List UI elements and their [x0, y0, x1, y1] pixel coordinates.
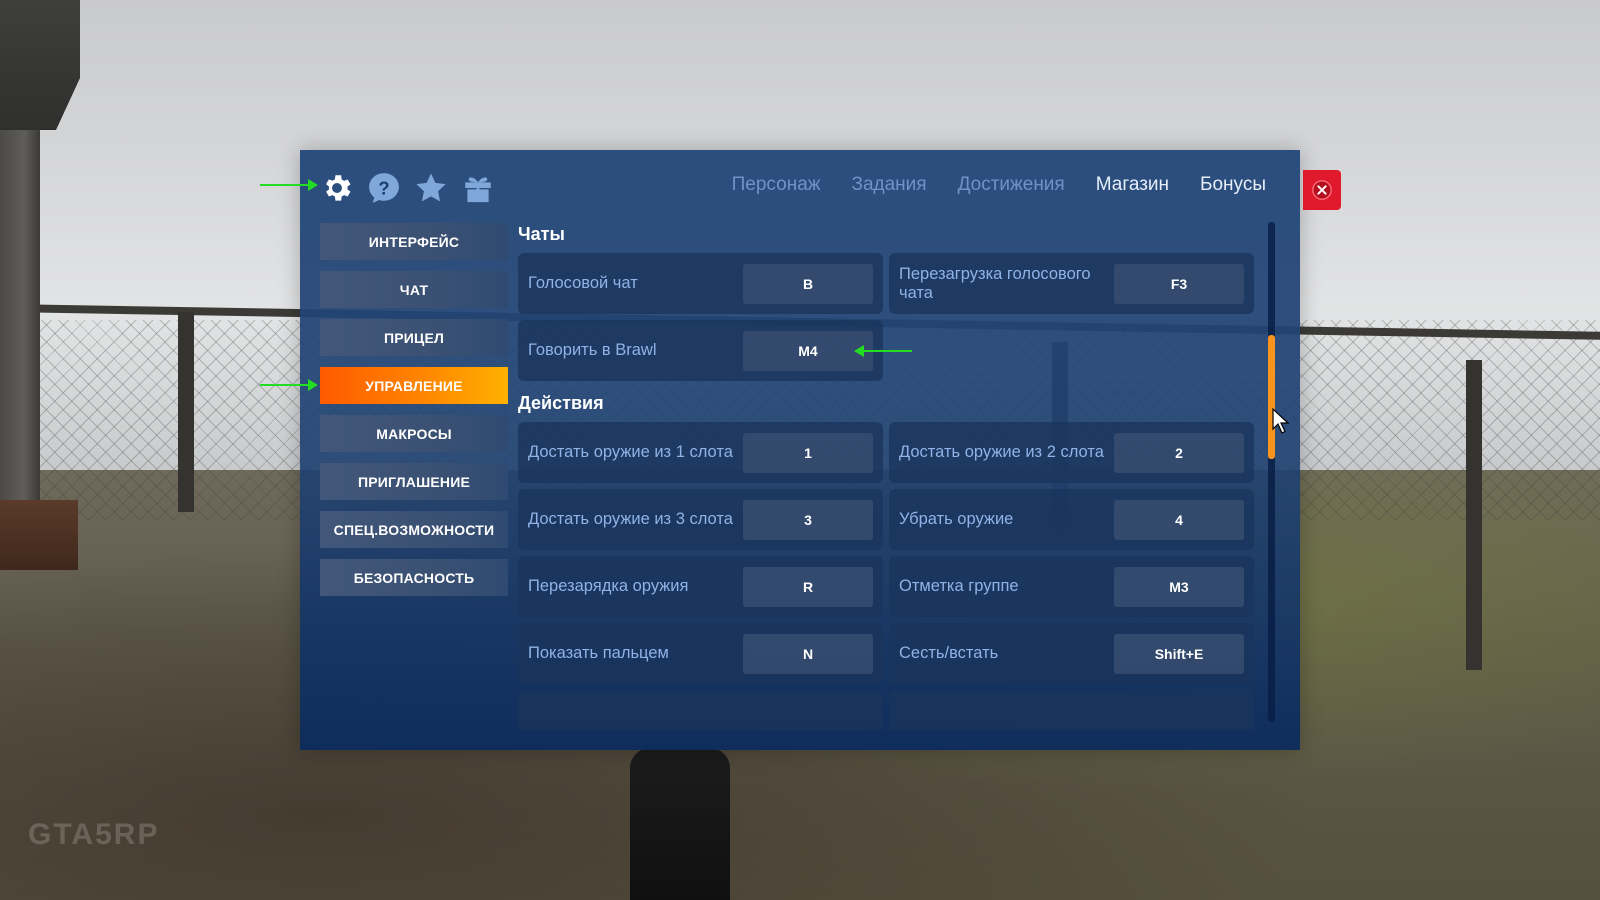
keybind-row: Убрать оружие 4 — [889, 489, 1254, 550]
keybind-row: Сесть/встать Shift+E — [889, 623, 1254, 684]
gift-icon — [464, 177, 491, 203]
keybind-key-button[interactable]: B — [743, 263, 873, 304]
watermark-logo: GTA5RP — [28, 818, 160, 851]
chats-grid: Голосовой чат B Перезагрузка голосового … — [518, 253, 1260, 381]
sidebar-item-accessibility[interactable]: СПЕЦ.ВОЗМОЖНОСТИ — [320, 511, 508, 548]
favorites-button[interactable] — [412, 168, 449, 208]
mouse-cursor-icon — [1272, 408, 1290, 434]
sidebar-item-chat[interactable]: ЧАТ — [320, 271, 508, 308]
player-character — [630, 748, 730, 900]
keybind-label: Достать оружие из 3 слота — [528, 510, 733, 528]
keybind-row: Перезагрузка голосового чата F3 — [889, 253, 1254, 314]
fence-post — [1466, 360, 1482, 670]
keybind-label: Показать пальцем — [528, 644, 669, 662]
scrollbar-thumb[interactable] — [1268, 335, 1275, 459]
tab-character[interactable]: Персонаж — [732, 174, 821, 196]
actions-grid: Достать оружие из 1 слота 1 Достать оруж… — [518, 422, 1260, 730]
tab-tasks[interactable]: Задания — [851, 174, 926, 196]
keybind-row-partial — [889, 690, 1254, 730]
keybind-key-button[interactable]: 4 — [1114, 499, 1244, 540]
keybind-label: Голосовой чат — [528, 274, 638, 292]
svg-text:?: ? — [378, 177, 389, 198]
keybind-row: Отметка группе M3 — [889, 556, 1254, 617]
sidebar-item-invitation[interactable]: ПРИГЛАШЕНИЕ — [320, 463, 508, 500]
keybind-label: Говорить в Brawl — [528, 341, 657, 359]
keybind-label: Сесть/встать — [899, 644, 999, 662]
keybind-row: Показать пальцем N — [518, 623, 883, 684]
fence-post — [178, 312, 194, 512]
sidebar-item-controls[interactable]: УПРАВЛЕНИЕ — [320, 367, 508, 404]
keybind-label: Отметка группе — [899, 577, 1019, 595]
gear-icon — [325, 175, 350, 201]
gifts-button[interactable] — [459, 168, 496, 208]
top-icon-bar: ? — [318, 168, 496, 208]
annotation-arrow-icon — [854, 345, 912, 357]
keybind-key-button[interactable]: 1 — [743, 432, 873, 473]
annotation-arrow-icon — [260, 379, 318, 391]
sidebar-item-security[interactable]: БЕЗОПАСНОСТЬ — [320, 559, 508, 596]
sidebar-item-crosshair[interactable]: ПРИЦЕЛ — [320, 319, 508, 356]
keybind-row: Достать оружие из 3 слота 3 — [518, 489, 883, 550]
keybind-label: Достать оружие из 1 слота — [528, 443, 733, 461]
keybind-row: Достать оружие из 2 слота 2 — [889, 422, 1254, 483]
settings-sidebar: ИНТЕРФЕЙС ЧАТ ПРИЦЕЛ УПРАВЛЕНИЕ МАКРОСЫ … — [320, 223, 508, 607]
keybind-row: Голосовой чат B — [518, 253, 883, 314]
sidebar-item-macros[interactable]: МАКРОСЫ — [320, 415, 508, 452]
star-icon — [415, 173, 446, 202]
question-icon: ? — [368, 173, 399, 203]
section-title-actions: Действия — [518, 393, 604, 413]
keybind-label: Перезарядка оружия — [528, 577, 689, 595]
bench — [0, 500, 78, 570]
empty-cell — [889, 320, 1254, 381]
keybind-key-button[interactable]: Shift+E — [1114, 633, 1244, 674]
keybind-label: Достать оружие из 2 слота — [899, 443, 1104, 461]
keybind-label: Перезагрузка голосового чата — [899, 264, 1091, 302]
top-navigation: Персонаж Задания Достижения Магазин Бону… — [732, 174, 1266, 196]
close-button[interactable] — [1303, 170, 1341, 210]
keybind-key-button[interactable]: N — [743, 633, 873, 674]
keybind-key-button[interactable]: 3 — [743, 499, 873, 540]
settings-button[interactable] — [318, 168, 355, 208]
help-button[interactable]: ? — [365, 168, 402, 208]
keybind-row: Достать оружие из 1 слота 1 — [518, 422, 883, 483]
tab-achievements[interactable]: Достижения — [958, 174, 1065, 196]
section-title-chats: Чаты — [518, 224, 565, 244]
keybind-content: Чаты Голосовой чат B Перезагрузка голосо… — [518, 220, 1260, 730]
tab-bonuses[interactable]: Бонусы — [1200, 174, 1266, 196]
keybind-row: Говорить в Brawl M4 — [518, 320, 883, 381]
keybind-row: Перезарядка оружия R — [518, 556, 883, 617]
settings-panel: ? Персонаж Задания Достижения Магазин Бо… — [300, 150, 1300, 750]
content-scrollbar[interactable] — [1268, 222, 1275, 722]
annotation-arrow-icon — [260, 179, 318, 191]
keybind-row-partial — [518, 690, 883, 730]
tab-shop[interactable]: Магазин — [1096, 174, 1169, 196]
keybind-label: Убрать оружие — [899, 510, 1014, 528]
keybind-key-button[interactable]: R — [743, 566, 873, 607]
keybind-key-button[interactable]: 2 — [1114, 432, 1244, 473]
keybind-key-button[interactable]: M3 — [1114, 566, 1244, 607]
sidebar-item-interface[interactable]: ИНТЕРФЕЙС — [320, 223, 508, 260]
keybind-key-button[interactable]: F3 — [1114, 263, 1244, 304]
close-icon — [1312, 180, 1332, 200]
